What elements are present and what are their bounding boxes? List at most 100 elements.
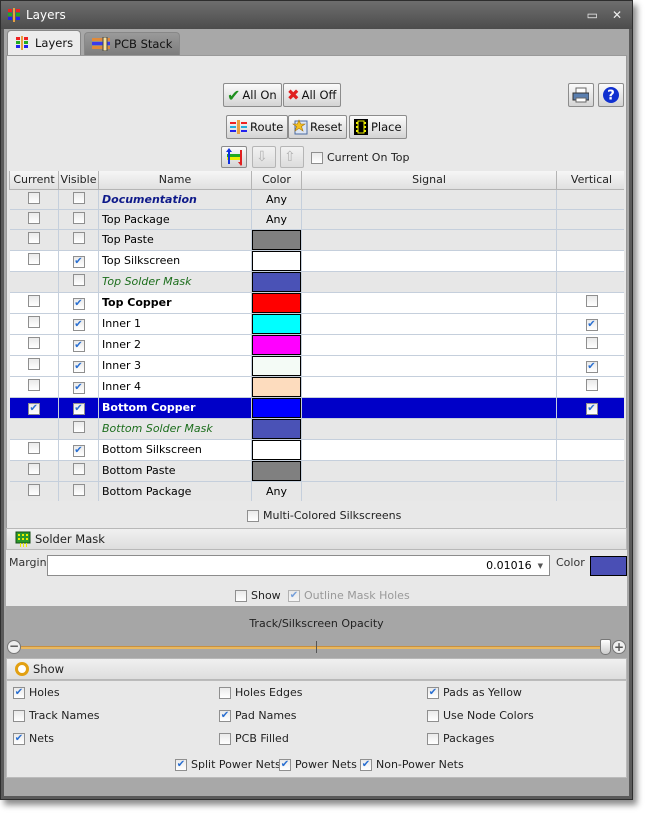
- show-option-holes-edges[interactable]: Holes Edges: [219, 686, 302, 699]
- layer-row[interactable]: Top Paste: [9, 229, 624, 251]
- show-option-use-node-colors[interactable]: Use Node Colors: [427, 709, 534, 722]
- column-header-color[interactable]: Color: [251, 171, 302, 190]
- tab-pcb-stack[interactable]: PCB Stack: [84, 32, 181, 55]
- checkbox[interactable]: [585, 318, 598, 331]
- checkbox[interactable]: [288, 589, 300, 602]
- layer-row[interactable]: Top Solder Mask: [9, 271, 624, 293]
- checkbox[interactable]: [219, 686, 231, 699]
- layer-row[interactable]: Bottom Copper: [9, 397, 624, 419]
- layer-row[interactable]: Top Copper: [9, 292, 624, 314]
- checkbox[interactable]: [360, 758, 372, 771]
- layer-row[interactable]: Documentation Any: [9, 189, 624, 210]
- margin-input[interactable]: 0.01016 ▼: [47, 555, 550, 576]
- column-header-vertical[interactable]: Vertical: [556, 171, 624, 190]
- color-cell[interactable]: [251, 355, 302, 377]
- layer-row[interactable]: Inner 4: [9, 376, 624, 398]
- checkbox[interactable]: [13, 732, 25, 745]
- checkbox[interactable]: [585, 337, 598, 349]
- checkbox[interactable]: [72, 191, 85, 204]
- checkbox[interactable]: [219, 709, 231, 722]
- color-swatch[interactable]: [252, 460, 301, 481]
- color-swatch[interactable]: [252, 355, 301, 376]
- color-swatch[interactable]: [252, 418, 301, 439]
- color-cell[interactable]: [251, 250, 302, 272]
- move-up-button[interactable]: ⇧: [280, 146, 304, 168]
- color-cell[interactable]: [251, 334, 302, 356]
- restore-icon[interactable]: ▭: [587, 8, 598, 22]
- column-header-visible[interactable]: Visible: [58, 171, 99, 190]
- outline-mask-holes-checkbox[interactable]: Outline Mask Holes: [288, 589, 410, 602]
- checkbox[interactable]: [72, 381, 85, 394]
- show-option-non-power-nets[interactable]: Non-Power Nets: [360, 758, 464, 771]
- layer-row[interactable]: Bottom Package Any: [9, 481, 624, 501]
- checkbox[interactable]: [585, 360, 598, 373]
- checkbox[interactable]: [72, 360, 85, 373]
- layer-row[interactable]: Top Silkscreen: [9, 250, 624, 272]
- color-swatch[interactable]: [252, 250, 301, 271]
- checkbox[interactable]: [27, 295, 40, 307]
- layer-row[interactable]: Bottom Solder Mask: [9, 418, 624, 440]
- color-cell[interactable]: Any: [251, 189, 302, 210]
- checkbox[interactable]: [27, 379, 40, 391]
- move-down-button[interactable]: ⇩: [252, 146, 276, 168]
- checkbox[interactable]: [72, 232, 85, 244]
- decrease-opacity-button[interactable]: −: [7, 640, 21, 654]
- dropdown-arrow-icon[interactable]: ▼: [538, 562, 543, 570]
- close-icon[interactable]: ✕: [612, 8, 622, 22]
- swap-layers-button[interactable]: [221, 146, 247, 168]
- reset-button[interactable]: Reset: [288, 115, 348, 139]
- color-cell[interactable]: [251, 271, 302, 293]
- column-header-name[interactable]: Name: [98, 171, 252, 190]
- route-button[interactable]: Route: [226, 115, 289, 139]
- layer-row[interactable]: Inner 2: [9, 334, 624, 356]
- checkbox[interactable]: [27, 253, 40, 265]
- all-on-button[interactable]: ✔ All On: [223, 83, 282, 107]
- checkbox[interactable]: [72, 318, 85, 331]
- color-swatch[interactable]: [252, 229, 301, 250]
- show-option-holes[interactable]: Holes: [13, 686, 60, 699]
- show-option-split-power-nets[interactable]: Split Power Nets: [175, 758, 281, 771]
- opacity-slider-track[interactable]: [21, 639, 611, 655]
- checkbox[interactable]: [27, 316, 40, 328]
- checkbox[interactable]: [427, 686, 439, 699]
- checkbox[interactable]: [72, 483, 85, 496]
- color-swatch[interactable]: [252, 376, 301, 397]
- show-option-nets[interactable]: Nets: [13, 732, 54, 745]
- increase-opacity-button[interactable]: +: [612, 640, 626, 654]
- layer-row[interactable]: Inner 3: [9, 355, 624, 377]
- column-header-current[interactable]: Current: [9, 171, 59, 190]
- checkbox[interactable]: [27, 337, 40, 349]
- checkbox[interactable]: [27, 211, 40, 224]
- checkbox[interactable]: [247, 509, 259, 522]
- help-button[interactable]: ?: [598, 83, 624, 107]
- mask-color-swatch[interactable]: [590, 556, 627, 576]
- checkbox[interactable]: [585, 379, 598, 391]
- checkbox[interactable]: [585, 402, 598, 415]
- color-cell[interactable]: [251, 376, 302, 398]
- checkbox[interactable]: [72, 297, 85, 310]
- print-button[interactable]: [568, 83, 594, 107]
- layer-row[interactable]: Bottom Paste: [9, 460, 624, 482]
- color-cell[interactable]: [251, 397, 302, 419]
- checkbox[interactable]: [72, 402, 85, 415]
- opacity-slider-thumb[interactable]: [600, 639, 611, 655]
- checkbox[interactable]: [27, 483, 40, 496]
- checkbox[interactable]: [219, 732, 231, 745]
- show-option-pad-names[interactable]: Pad Names: [219, 709, 297, 722]
- color-swatch[interactable]: [252, 439, 301, 460]
- checkbox[interactable]: [27, 191, 40, 204]
- checkbox[interactable]: [311, 151, 323, 164]
- checkbox[interactable]: [72, 255, 85, 268]
- checkbox[interactable]: [175, 758, 187, 771]
- color-swatch[interactable]: [252, 313, 301, 334]
- layer-row[interactable]: Inner 1: [9, 313, 624, 335]
- layer-row[interactable]: Bottom Silkscreen: [9, 439, 624, 461]
- multi-colored-silkscreens-checkbox[interactable]: Multi-Colored Silkscreens: [247, 509, 401, 522]
- checkbox[interactable]: [72, 211, 85, 224]
- color-cell[interactable]: [251, 229, 302, 251]
- place-button[interactable]: Place: [349, 115, 407, 139]
- show-option-power-nets[interactable]: Power Nets: [279, 758, 357, 771]
- current-on-top-checkbox[interactable]: Current On Top: [311, 151, 410, 164]
- checkbox[interactable]: [72, 274, 85, 286]
- checkbox[interactable]: [27, 232, 40, 244]
